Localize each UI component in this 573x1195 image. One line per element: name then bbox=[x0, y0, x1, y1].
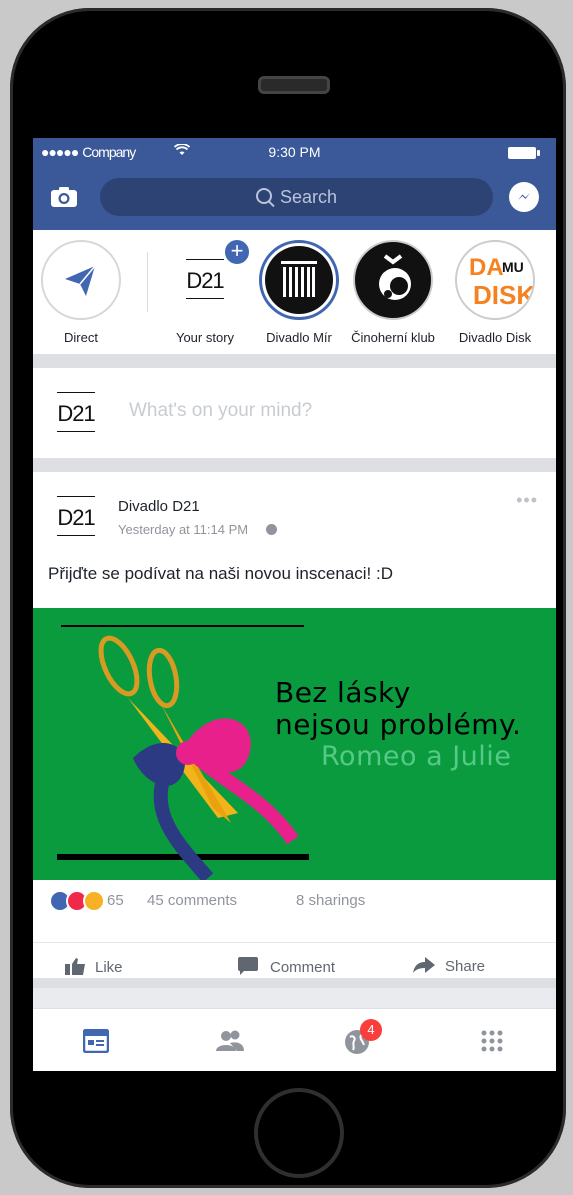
notifications-badge: 4 bbox=[360, 1019, 382, 1041]
feed-spacer bbox=[33, 978, 556, 1008]
camera-icon[interactable] bbox=[50, 186, 78, 208]
post-author-name[interactable]: Divadlo D21 bbox=[118, 498, 200, 515]
share-label: Share bbox=[445, 958, 486, 975]
search-placeholder: Search bbox=[279, 187, 338, 207]
story-cinoherni-klub[interactable]: Činoherní klub bbox=[348, 240, 438, 345]
search-icon bbox=[255, 188, 272, 204]
story-label: Direct bbox=[64, 330, 98, 345]
direct-avatar bbox=[41, 240, 121, 320]
like-label: Like bbox=[95, 959, 123, 976]
story-divadlo-disk[interactable]: DA MU DISK Divadlo Disk bbox=[450, 240, 540, 345]
story-label: Your story bbox=[175, 330, 235, 345]
home-button[interactable] bbox=[254, 1088, 344, 1178]
comments-count[interactable]: 45 comments bbox=[147, 892, 237, 909]
tab-news-feed[interactable] bbox=[82, 1028, 111, 1054]
phone-speaker bbox=[258, 76, 330, 94]
status-time: 9:30 PM bbox=[268, 144, 321, 160]
tab-notifications[interactable]: 4 bbox=[344, 1019, 382, 1054]
story-label: Divadlo Disk bbox=[458, 330, 532, 345]
like-button[interactable]: Like bbox=[65, 957, 123, 976]
story-divadlo-mir[interactable]: Divadlo Mír bbox=[254, 240, 344, 345]
search-input[interactable]: Search bbox=[100, 178, 493, 216]
tab-menu[interactable] bbox=[480, 1029, 508, 1053]
more-options-icon[interactable]: ••• bbox=[516, 490, 538, 511]
comment-button[interactable]: Comment bbox=[238, 957, 335, 976]
thumbs-up-icon bbox=[65, 958, 85, 975]
stories-divider bbox=[147, 252, 148, 312]
image-headline-line2: nejsou problémy. bbox=[275, 708, 522, 741]
svg-text:DISK: DISK bbox=[473, 280, 533, 310]
reactions-count: 65 bbox=[107, 892, 124, 909]
wow-reaction-icon bbox=[83, 890, 105, 912]
comment-label: Comment bbox=[270, 959, 336, 976]
battery-icon bbox=[508, 147, 540, 159]
post-time-text: Yesterday at 11:14 PM bbox=[118, 522, 249, 537]
story-your-story[interactable]: D21 + Your story bbox=[160, 238, 251, 345]
feed-post: D21 Divadlo D21 Yesterday at 11:14 PM ••… bbox=[33, 472, 556, 978]
comment-icon bbox=[238, 957, 258, 975]
cinoherni-klub-avatar bbox=[353, 240, 433, 320]
svg-text:DA: DA bbox=[469, 254, 504, 281]
d21-logo: D21 bbox=[180, 255, 230, 305]
post-text: Přijďte se podívat na naši novou inscena… bbox=[48, 564, 393, 583]
stories-row: Direct D21 + Your story Divadlo Mír Čino… bbox=[33, 230, 556, 354]
share-button[interactable]: Share bbox=[413, 957, 485, 975]
story-label: Divadlo Mír bbox=[266, 330, 332, 345]
story-label: Činoherní klub bbox=[351, 330, 435, 345]
news-feed-icon bbox=[82, 1028, 110, 1054]
divadlo-mir-avatar bbox=[259, 240, 339, 320]
share-icon bbox=[413, 957, 435, 973]
post-timestamp[interactable]: Yesterday at 11:14 PM bbox=[118, 522, 278, 537]
image-subtitle: Romeo a Julie bbox=[321, 741, 512, 772]
tab-friends[interactable] bbox=[216, 1029, 244, 1053]
app-screen: ●●●●● Company 9:30 PM Search Direct D21 … bbox=[33, 138, 556, 1071]
divadlo-disk-avatar: DA MU DISK bbox=[455, 240, 535, 320]
post-image[interactable]: Bez lásky nejsou problémy. Romeo a Julie bbox=[33, 608, 556, 880]
menu-grid-icon bbox=[481, 1030, 503, 1052]
paper-plane-icon bbox=[65, 265, 96, 296]
bottom-tab-bar: 4 bbox=[33, 1008, 556, 1071]
post-actions: Like Comment Share bbox=[33, 942, 556, 979]
add-story-icon[interactable]: + bbox=[223, 238, 251, 266]
globe-icon bbox=[266, 524, 278, 535]
post-author-avatar[interactable]: D21 bbox=[51, 492, 101, 542]
composer-avatar: D21 bbox=[51, 388, 101, 438]
section-divider bbox=[33, 458, 556, 472]
composer-placeholder: What's on your mind? bbox=[129, 400, 313, 421]
friends-icon bbox=[216, 1030, 244, 1051]
app-header: ●●●●● Company 9:30 PM Search bbox=[33, 138, 556, 230]
messenger-icon[interactable] bbox=[509, 182, 539, 212]
svg-text:MU: MU bbox=[502, 259, 524, 275]
image-headline-line1: Bez lásky bbox=[275, 676, 411, 709]
story-direct[interactable]: Direct bbox=[36, 240, 126, 345]
shares-count[interactable]: 8 sharings bbox=[296, 892, 365, 909]
status-bar: ●●●●● Company 9:30 PM bbox=[33, 138, 556, 168]
section-divider bbox=[33, 354, 556, 368]
status-composer[interactable]: D21 What's on your mind? bbox=[33, 368, 556, 458]
reactions-bar[interactable]: 65 45 comments 8 sharings bbox=[49, 890, 549, 912]
